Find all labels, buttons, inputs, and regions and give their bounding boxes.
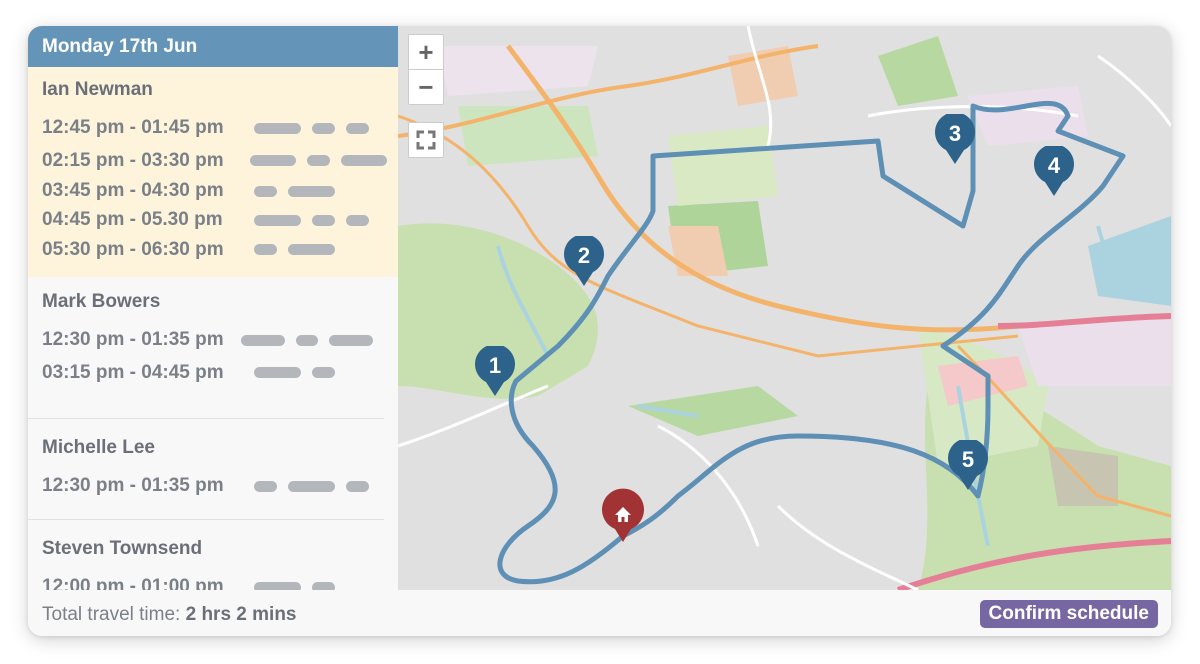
placeholder-pill bbox=[312, 367, 335, 378]
placeholder-pill bbox=[312, 122, 335, 134]
people-list: Ian Newman 12:45 pm - 01:45 pm 02:15 pm - … bbox=[28, 67, 398, 619]
person-name: Ian Newman bbox=[42, 79, 153, 100]
person-name: Steven Townsend bbox=[42, 538, 203, 559]
stop-marker-label: 5 bbox=[961, 447, 975, 472]
person-name: Mark Bowers bbox=[42, 291, 161, 312]
stop-marker-4[interactable]: 4 bbox=[1034, 146, 1074, 198]
schedule-sidebar: Monday 17th Jun Ian Newman 12:45 pm - 01:… bbox=[28, 26, 398, 619]
placeholder-pill bbox=[346, 214, 369, 226]
schedule-footer: Total travel time: 2 hrs 2 mins Confirm … bbox=[28, 590, 1171, 636]
stop-marker-label: 2 bbox=[577, 243, 591, 268]
home-marker[interactable] bbox=[602, 488, 644, 542]
time-slot[interactable]: 03:45 pm - 04:30 pm bbox=[42, 176, 398, 206]
time-slot-range: 12:30 pm - 01:35 pm bbox=[42, 475, 224, 496]
time-slot[interactable]: 05:30 pm - 06:30 pm bbox=[42, 234, 398, 265]
stop-marker-5[interactable]: 5 bbox=[948, 440, 988, 492]
time-slot-range: 04:45 pm - 05.30 pm bbox=[42, 209, 223, 230]
time-slot[interactable]: 02:15 pm - 03:30 pm bbox=[42, 145, 398, 176]
time-slot-range: 12:45 pm - 01:45 pm bbox=[42, 117, 224, 138]
person-mark-bowers[interactable]: Mark Bowers 12:30 pm - 01:35 pm 03:15 pm -… bbox=[28, 277, 384, 419]
stop-marker-label: 4 bbox=[1047, 153, 1061, 178]
placeholder-pill bbox=[254, 244, 277, 255]
placeholder-pill bbox=[288, 480, 335, 492]
placeholder-pill bbox=[288, 185, 335, 197]
stop-marker-3[interactable]: 3 bbox=[935, 114, 975, 166]
placeholder-pill bbox=[346, 480, 369, 492]
total-travel-label: Total travel time: bbox=[42, 604, 181, 625]
time-slot-range: 02:15 pm - 03:30 pm bbox=[42, 149, 224, 171]
placeholder-pill bbox=[254, 480, 277, 492]
time-slot-range: 03:45 pm - 04:30 pm bbox=[42, 180, 224, 201]
time-slot-range: 03:15 pm - 04:45 pm bbox=[42, 361, 224, 383]
time-slot[interactable]: 04:45 pm - 05.30 pm bbox=[42, 206, 398, 234]
time-slot[interactable]: 12:45 pm - 01:45 pm bbox=[42, 111, 398, 145]
stop-marker-1[interactable]: 1 bbox=[475, 346, 515, 398]
placeholder-pill bbox=[312, 214, 335, 226]
placeholder-pill bbox=[288, 244, 335, 255]
zoom-out-button[interactable]: − bbox=[409, 69, 443, 104]
time-slot[interactable]: 12:30 pm - 01:35 pm bbox=[42, 323, 384, 357]
fullscreen-icon bbox=[416, 130, 436, 150]
stop-marker-2[interactable]: 2 bbox=[564, 236, 604, 288]
placeholder-pill bbox=[346, 122, 369, 134]
time-slot-range: 05:30 pm - 06:30 pm bbox=[42, 238, 224, 260]
person-michelle-lee[interactable]: Michelle Lee 12:30 pm - 01:35 pm bbox=[28, 419, 384, 520]
total-travel-value: 2 hrs 2 mins bbox=[185, 604, 297, 625]
time-slot-range: 12:30 pm - 01:35 pm bbox=[42, 329, 224, 350]
placeholder-pill bbox=[254, 367, 301, 378]
placeholder-pill bbox=[254, 185, 277, 197]
placeholder-pill bbox=[328, 334, 373, 346]
map-canvas[interactable] bbox=[398, 26, 1171, 590]
person-ian-newman[interactable]: Ian Newman 12:45 pm - 01:45 pm 02:15 pm - … bbox=[28, 67, 398, 277]
confirm-schedule-button[interactable]: Confirm schedule bbox=[979, 600, 1158, 628]
placeholder-pill bbox=[254, 122, 301, 134]
zoom-in-button[interactable]: + bbox=[409, 35, 443, 69]
time-slot[interactable]: 12:30 pm - 01:35 pm bbox=[42, 469, 384, 503]
placeholder-pill bbox=[241, 334, 286, 346]
route-map[interactable]: + − 1 2 3 4 5 bbox=[398, 26, 1171, 590]
placeholder-pill bbox=[254, 214, 301, 226]
schedule-card: Monday 17th Jun Ian Newman 12:45 pm - 01:… bbox=[28, 26, 1171, 636]
fullscreen-button[interactable] bbox=[408, 122, 444, 158]
total-travel-time: Total travel time: 2 hrs 2 mins bbox=[42, 604, 297, 626]
placeholder-pill bbox=[340, 155, 387, 166]
date-header: Monday 17th Jun bbox=[28, 26, 398, 67]
stop-marker-label: 3 bbox=[948, 121, 962, 146]
stop-marker-label: 1 bbox=[488, 353, 502, 378]
placeholder-pill bbox=[250, 155, 297, 166]
zoom-control: + − bbox=[408, 34, 444, 105]
person-name: Michelle Lee bbox=[42, 437, 155, 458]
placeholder-pill bbox=[307, 155, 330, 166]
placeholder-pill bbox=[296, 334, 318, 346]
time-slot[interactable]: 03:15 pm - 04:45 pm bbox=[42, 357, 384, 388]
